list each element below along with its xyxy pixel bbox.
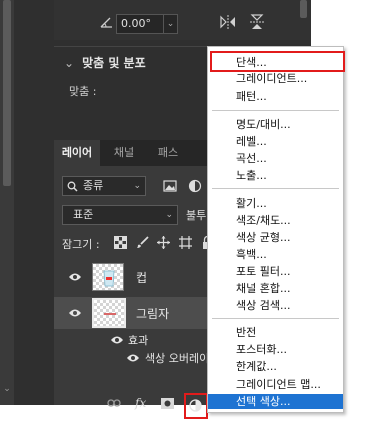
- align-label: 맞춤 :: [69, 85, 97, 98]
- image-filter-icon[interactable]: [163, 179, 177, 193]
- tab-channels[interactable]: 채널: [104, 140, 144, 166]
- menu-item-channel-mixer[interactable]: 채널 혼합...: [208, 281, 343, 296]
- properties-scrollbar-thumb[interactable]: [300, 0, 307, 18]
- adjustment-filter-icon[interactable]: [188, 179, 202, 193]
- menu-item-hue-saturation[interactable]: 색조/채도...: [208, 213, 343, 228]
- kind-filter-label: 종류: [83, 179, 104, 192]
- layer-thumbnail: [92, 298, 126, 328]
- eye-icon[interactable]: [126, 353, 140, 363]
- menu-item-curves[interactable]: 곡선...: [208, 151, 343, 166]
- menu-item-gradient[interactable]: 그레이디언트...: [208, 71, 343, 86]
- menu-item-selective-color[interactable]: 선택 색상...: [208, 394, 343, 409]
- menu-item-posterize[interactable]: 포스터화...: [208, 342, 343, 357]
- menu-item-pattern[interactable]: 패턴...: [208, 89, 343, 104]
- adjustment-button-highlight: [184, 393, 208, 419]
- angle-value: 0.00°: [121, 17, 151, 30]
- flip-horizontal-icon[interactable]: [220, 15, 236, 29]
- menu-item-color-lookup[interactable]: 색상 검색...: [208, 298, 343, 313]
- tab-paths[interactable]: 패스: [148, 140, 188, 166]
- cup-thumbnail-image: [103, 270, 115, 287]
- menu-divider: [212, 188, 339, 189]
- solid-color-highlight-box: [210, 51, 345, 72]
- menu-item-gradient-map[interactable]: 그레이디언트 맵...: [208, 377, 343, 392]
- effect-item-label: 색상 오버레이: [145, 352, 210, 365]
- layer-name[interactable]: 그림자: [136, 305, 169, 322]
- search-icon: [67, 181, 78, 192]
- adjustment-layer-menu: 단색... 그레이디언트... 패턴... 명도/대비... 레벨... 곡선.…: [207, 46, 344, 413]
- layer-thumbnail: [92, 263, 124, 291]
- chevron-down-icon: ⌄: [165, 210, 173, 220]
- menu-item-exposure[interactable]: 노출...: [208, 168, 343, 183]
- lock-transparent-icon[interactable]: [114, 236, 127, 249]
- kind-filter-select[interactable]: 종류 ⌄: [62, 176, 146, 196]
- flip-vertical-icon[interactable]: [250, 14, 264, 30]
- left-scrollbar-thumb[interactable]: [3, 0, 11, 186]
- transform-section: [54, 0, 311, 40]
- opacity-label: 불투: [186, 209, 207, 222]
- tab-layers[interactable]: 레이어: [54, 140, 100, 166]
- shadow-thumbnail-image: [104, 313, 116, 315]
- menu-divider: [212, 110, 339, 111]
- chevron-down-icon[interactable]: ⌄: [3, 384, 11, 394]
- link-icon[interactable]: [107, 398, 121, 408]
- align-section-title: 맞춤 및 분포: [82, 56, 146, 70]
- move-icon[interactable]: [157, 236, 170, 249]
- lock-label: 잠그기 :: [62, 238, 100, 251]
- blend-mode-select[interactable]: 표준 ⌄: [62, 205, 178, 225]
- artboard-lock-icon[interactable]: [179, 236, 192, 249]
- layer-name[interactable]: 컵: [136, 269, 147, 286]
- brush-icon[interactable]: [136, 236, 149, 249]
- eye-icon[interactable]: [68, 272, 82, 282]
- menu-item-photo-filter[interactable]: 포토 필터...: [208, 264, 343, 279]
- chevron-down-icon[interactable]: ⌄: [64, 56, 74, 70]
- menu-item-black-white[interactable]: 흑백...: [208, 247, 343, 262]
- effects-label: 효과: [128, 334, 149, 347]
- chevron-down-icon: ⌄: [133, 181, 141, 191]
- menu-item-threshold[interactable]: 한계값...: [208, 359, 343, 374]
- chevron-down-icon[interactable]: ⌄: [163, 15, 177, 33]
- fx-button[interactable]: fx: [135, 396, 146, 410]
- blend-mode-label: 표준: [73, 208, 94, 221]
- menu-item-vibrance[interactable]: 활기...: [208, 196, 343, 211]
- eye-icon[interactable]: [68, 308, 82, 318]
- menu-divider: [212, 318, 339, 319]
- menu-item-brightness-contrast[interactable]: 명도/대비...: [208, 117, 343, 132]
- align-section-header[interactable]: ⌄ 맞춤 및 분포: [64, 54, 146, 70]
- menu-item-color-balance[interactable]: 색상 균형...: [208, 230, 343, 245]
- eye-icon[interactable]: [110, 335, 124, 345]
- menu-item-invert[interactable]: 반전: [208, 325, 343, 340]
- menu-item-levels[interactable]: 레벨...: [208, 134, 343, 149]
- angle-icon: [100, 17, 112, 28]
- angle-input[interactable]: 0.00° ⌄: [116, 14, 178, 34]
- mask-icon[interactable]: [161, 398, 174, 409]
